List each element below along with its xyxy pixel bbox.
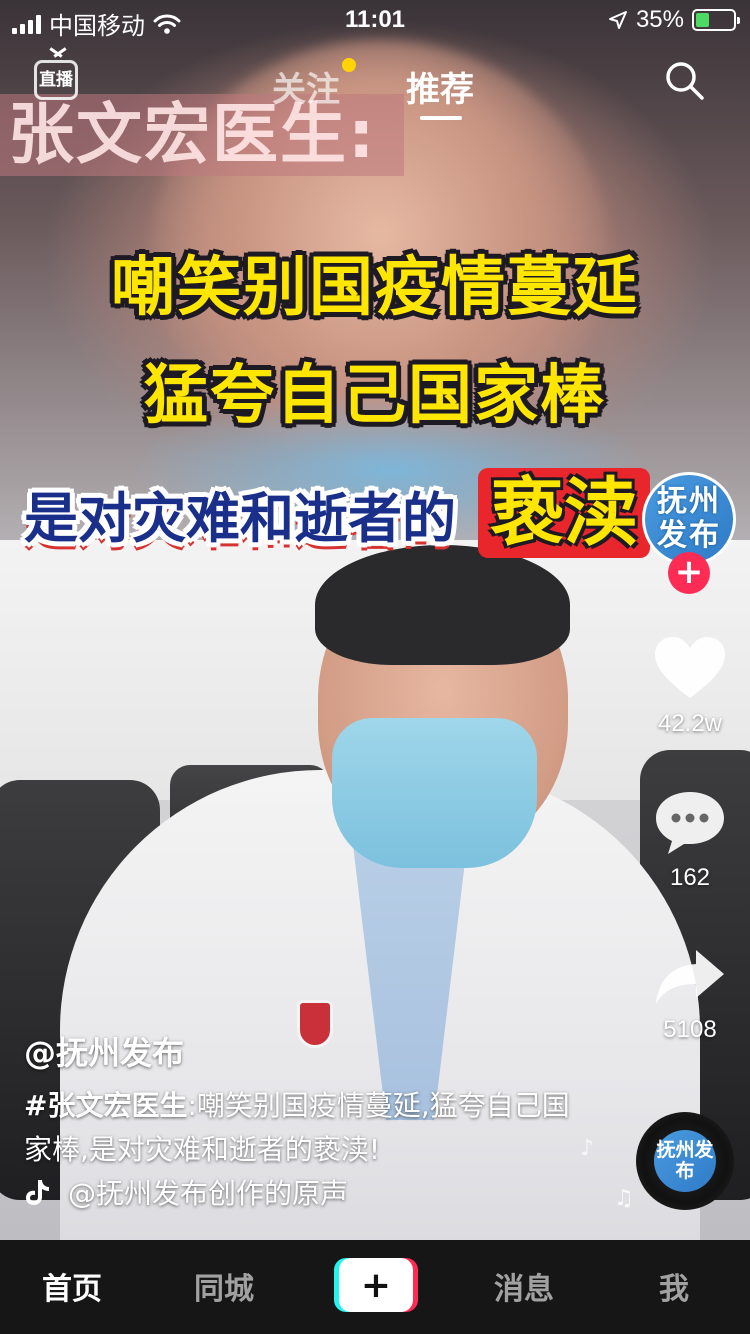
bottom-tab-bar: 首页 同城 + 消息 我	[0, 1240, 750, 1334]
video-caption-line1: 嘲笑别国疫情蔓延	[111, 251, 639, 325]
live-button[interactable]: 直播	[34, 60, 78, 100]
create-button[interactable]: +	[334, 1258, 418, 1312]
video-caption-line3: 是对灾难和逝者的 亵渎	[24, 468, 650, 558]
post-hashtag[interactable]: #张文宏医生	[24, 1089, 187, 1122]
status-right: 35%	[608, 6, 740, 34]
battery-fill	[696, 13, 709, 27]
battery-icon	[692, 9, 740, 31]
search-icon[interactable]	[662, 58, 706, 102]
music-note-icon: ♪	[580, 1136, 595, 1161]
video-doctor-hair	[315, 545, 570, 665]
heart-icon	[655, 637, 725, 698]
tab-me[interactable]: 我	[659, 1264, 689, 1308]
video-caption-line3-highlight: 亵渎	[478, 468, 650, 558]
share-button[interactable]: 5108	[640, 946, 740, 1044]
post-description: #张文宏医生:嘲笑别国疫情蔓延,猛夸自己国家棒,是对灾难和逝者的亵渎!	[24, 1084, 584, 1172]
tiktok-note-icon	[26, 1180, 49, 1205]
follow-button[interactable]: +	[668, 552, 710, 594]
share-count: 5108	[663, 1016, 717, 1043]
like-button[interactable]: 42.2w	[640, 636, 740, 738]
post-author[interactable]: @抚州发布	[24, 1028, 184, 1074]
tab-recommended[interactable]: 推荐	[406, 62, 474, 111]
video-title-name: 张文宏医生:	[0, 94, 404, 176]
video-doctor-mask	[332, 718, 537, 868]
like-count: 42.2w	[657, 710, 723, 737]
comment-button[interactable]: 162	[640, 790, 740, 892]
location-arrow-icon	[608, 11, 627, 29]
active-tab-indicator	[420, 116, 462, 120]
share-arrow-icon	[656, 950, 724, 1004]
author-avatar-text: 抚州发布	[657, 484, 721, 553]
comment-bubble-icon	[656, 792, 724, 854]
tab-home[interactable]: 首页	[42, 1264, 102, 1308]
music-disc-cover: 抚州发布	[654, 1130, 716, 1192]
video-coat-badge	[297, 1000, 333, 1048]
status-bar: 中国移动 11:01 35%	[0, 0, 750, 40]
tab-messages[interactable]: 消息	[494, 1264, 554, 1308]
music-row[interactable]: @抚州发布创作的原声	[24, 1172, 348, 1212]
video-caption-line3-main: 是对灾难和逝者的	[24, 486, 456, 550]
music-note-icon-2: ♫	[614, 1186, 634, 1211]
video-caption-line2: 猛夸自己国家棒	[144, 359, 606, 433]
following-update-dot	[342, 58, 356, 72]
music-disc[interactable]: 抚州发布	[636, 1112, 734, 1210]
plus-icon: +	[339, 1258, 413, 1312]
battery-percent: 35%	[635, 6, 684, 33]
music-name: @抚州发布创作的原声	[68, 1177, 349, 1210]
tab-nearby[interactable]: 同城	[194, 1264, 254, 1308]
comment-count: 162	[669, 864, 711, 891]
tab-following[interactable]: 关注	[272, 62, 340, 111]
